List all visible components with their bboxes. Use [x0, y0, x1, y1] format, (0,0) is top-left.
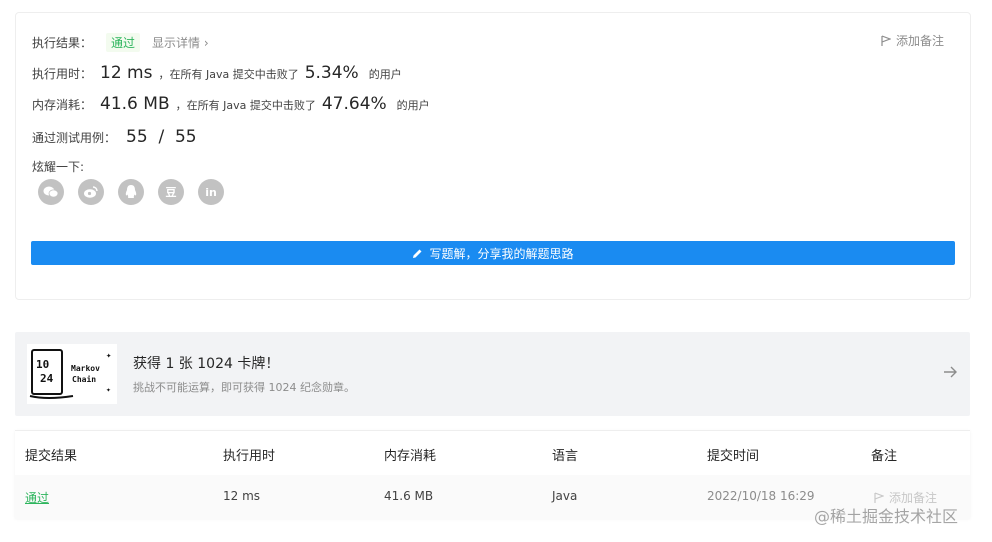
runtime-row: 执行用时： 12 ms ，在所有 Java 提交中击败了 5.34% 的用户 [32, 63, 402, 83]
memory-percent: 47.64% [321, 94, 387, 114]
tests-value: 55 / 55 [126, 127, 197, 147]
linkedin-icon[interactable]: in [198, 179, 224, 205]
column-header-result: 提交结果 [25, 449, 78, 464]
promo-title: 获得 1 张 1024 卡牌！ [133, 356, 280, 372]
column-header-runtime: 执行用时 [223, 449, 276, 464]
share-label: 炫耀一下: [32, 160, 85, 174]
result-row: 执行结果： 通过 显示详情 › [32, 33, 209, 52]
svg-text:10: 10 [36, 358, 49, 371]
tests-label: 通过测试用例： [32, 131, 117, 145]
flag-icon [881, 34, 891, 46]
row-memory: 41.6 MB [384, 489, 434, 503]
promo-banner[interactable]: 10 24 Markov Chain ✦ ✦ 获得 1 张 1024 卡牌！ 挑… [15, 332, 970, 416]
add-note-label: 添加备注 [895, 34, 944, 48]
column-header-language: 语言 [552, 449, 579, 464]
pencil-icon [413, 249, 422, 258]
column-header-memory: 内存消耗 [384, 449, 437, 464]
result-label: 执行结果： [32, 36, 93, 50]
table-header: 提交结果 执行用时 内存消耗 语言 提交时间 备注 [15, 431, 970, 474]
row-result-link[interactable]: 通过 [25, 489, 49, 506]
svg-text:✦: ✦ [106, 385, 111, 394]
douban-icon[interactable]: 豆 [158, 179, 184, 205]
qq-icon[interactable] [118, 179, 144, 205]
memory-label: 内存消耗： [32, 98, 93, 112]
tests-row: 通过测试用例： 55 / 55 [32, 127, 203, 147]
promo-image-line1: Markov [71, 364, 100, 373]
share-label-row: 炫耀一下: [32, 158, 84, 175]
svg-text:✦: ✦ [106, 351, 112, 361]
runtime-value: 12 ms [100, 63, 153, 83]
column-header-time: 提交时间 [707, 449, 760, 464]
promo-subtitle: 挑战不可能运算，即可获得 1024 纪念勋章。 [133, 381, 355, 394]
status-badge: 通过 [106, 33, 141, 52]
show-details-link[interactable]: 显示详情 › [152, 34, 209, 51]
row-language: Java [552, 489, 578, 503]
submission-result-card: 执行结果： 通过 显示详情 › 添加备注 执行用时： 12 ms ，在所有 Ja… [15, 12, 971, 300]
promo-card-image: 10 24 Markov Chain ✦ ✦ [27, 344, 117, 404]
weibo-icon[interactable] [78, 179, 104, 205]
memory-row: 内存消耗： 41.6 MB ，在所有 Java 提交中击败了 47.64% 的用… [32, 94, 430, 114]
memory-beat-text: ，在所有 Java 提交中击败了 [175, 99, 316, 112]
add-note-button[interactable]: 添加备注 [881, 32, 944, 49]
runtime-beat-text: ，在所有 Java 提交中击败了 [158, 68, 299, 81]
write-solution-button[interactable]: 写题解，分享我的解题思路 [31, 241, 955, 265]
row-runtime: 12 ms [223, 489, 261, 503]
memory-value: 41.6 MB [100, 94, 170, 114]
runtime-users-text: 的用户 [368, 68, 402, 81]
share-buttons: 豆 in [38, 179, 224, 205]
arrow-right-icon[interactable] [942, 364, 958, 380]
row-submit-time: 2022/10/18 16:29 [707, 489, 815, 503]
flag-icon [874, 491, 884, 503]
column-header-note: 备注 [871, 449, 898, 464]
promo-image-line2: Chain [72, 374, 96, 384]
svg-text:24: 24 [40, 372, 54, 385]
wechat-icon[interactable] [38, 179, 64, 205]
runtime-label: 执行用时： [32, 67, 93, 81]
runtime-percent: 5.34% [304, 63, 359, 83]
watermark: @稀土掘金技术社区 [814, 507, 959, 526]
write-solution-label: 写题解，分享我的解题思路 [429, 246, 574, 261]
memory-users-text: 的用户 [396, 99, 430, 112]
